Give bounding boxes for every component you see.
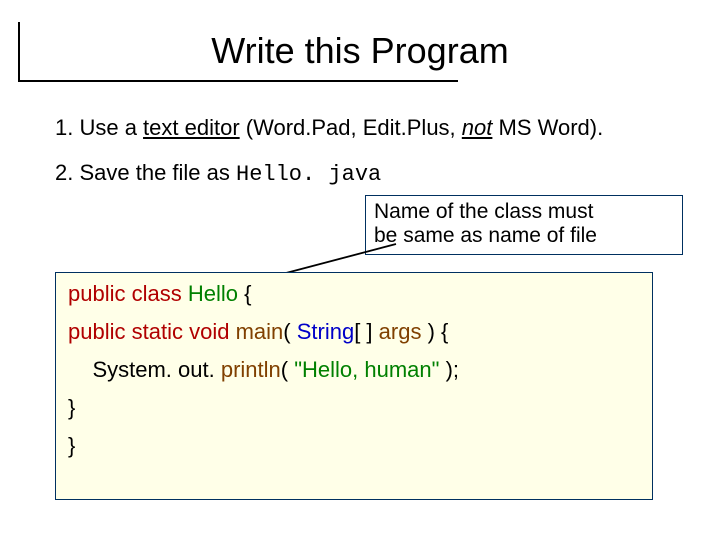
title-underline-rule: [18, 80, 458, 82]
paren-close: ) {: [421, 319, 448, 344]
code-line-1: public class Hello {: [68, 283, 640, 305]
brace-open-1: {: [238, 281, 251, 306]
note-box: Name of the class must be same as name o…: [365, 195, 683, 255]
step-2-filename: Hello. java: [236, 162, 381, 187]
type-string: String: [297, 319, 354, 344]
step-1: 1. Use a text editor (Word.Pad, Edit.Plu…: [55, 115, 675, 141]
code-box: public class Hello { public static void …: [55, 272, 653, 500]
paren-open: (: [283, 319, 296, 344]
keyword-void: void: [189, 319, 229, 344]
keyword-public-2: public: [68, 319, 125, 344]
paren-open-2: (: [281, 357, 294, 382]
note-line-1: Name of the class must: [374, 200, 674, 224]
method-println: println: [221, 357, 281, 382]
keyword-static: static: [132, 319, 183, 344]
system-out: System. out.: [92, 357, 220, 382]
step-1-mid: (Word.Pad, Edit.Plus,: [240, 115, 462, 140]
keyword-class: class: [132, 281, 182, 306]
class-name: Hello: [188, 281, 238, 306]
indent: [68, 357, 92, 382]
paren-close-2: );: [439, 357, 465, 382]
string-literal: "Hello, human": [294, 357, 439, 382]
code-line-4: }: [68, 397, 640, 419]
code-line-5: }: [68, 435, 640, 457]
title-container: Write this Program: [0, 30, 720, 72]
page-title: Write this Program: [211, 30, 508, 71]
array-brackets: [ ]: [354, 319, 378, 344]
ident-args: args: [379, 319, 422, 344]
method-main: main: [236, 319, 284, 344]
note-line-2: be same as name of file: [374, 224, 674, 248]
step-2: 2. Save the file as Hello. java: [55, 160, 675, 188]
step-2-prefix: 2. Save the file as: [55, 160, 236, 185]
code-line-2: public static void main( String[ ] args …: [68, 321, 640, 343]
step-1-suffix: MS Word).: [492, 115, 603, 140]
step-1-not: not: [462, 115, 493, 140]
code-line-3: System. out. println( "Hello, human" );: [68, 359, 640, 381]
step-1-prefix: 1. Use a: [55, 115, 143, 140]
step-1-underlined: text editor: [143, 115, 240, 140]
keyword-public: public: [68, 281, 125, 306]
